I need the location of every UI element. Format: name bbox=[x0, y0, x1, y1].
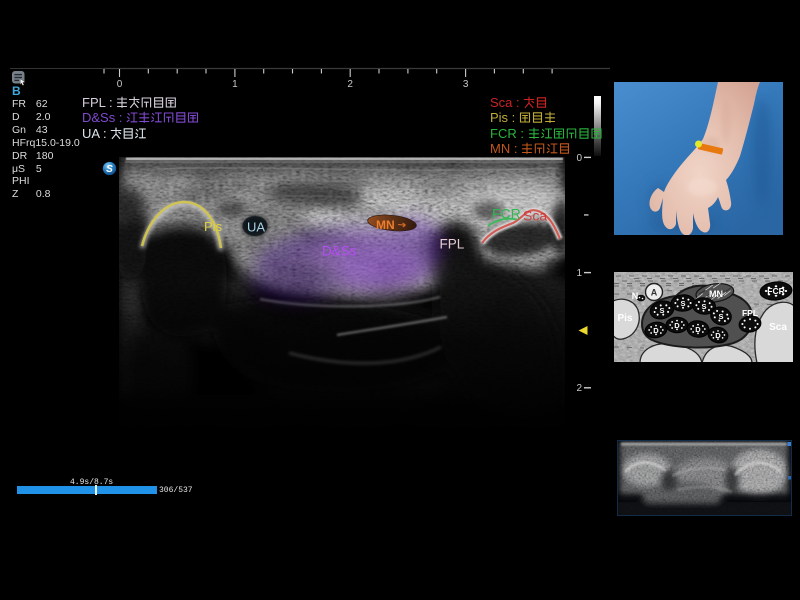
svg-text:S: S bbox=[106, 164, 113, 175]
svg-text:D: D bbox=[695, 325, 701, 334]
svg-text:2: 2 bbox=[347, 79, 353, 90]
svg-text:Pis: Pis bbox=[617, 313, 632, 324]
svg-text:FPL: FPL bbox=[742, 308, 758, 318]
svg-text:A: A bbox=[651, 288, 658, 298]
svg-text:FCR: FCR bbox=[767, 286, 784, 296]
svg-text:Sca: Sca bbox=[769, 322, 787, 333]
svg-text:S: S bbox=[680, 299, 685, 308]
svg-text:D: D bbox=[653, 326, 659, 335]
svg-text:S: S bbox=[718, 312, 723, 321]
svg-text:Sca: Sca bbox=[523, 208, 547, 224]
svg-text:2: 2 bbox=[576, 383, 582, 394]
svg-text:Pis: Pis bbox=[204, 219, 223, 234]
svg-text:D&Ss: D&Ss bbox=[322, 244, 357, 259]
svg-text:MN: MN bbox=[376, 218, 395, 232]
svg-text:3: 3 bbox=[463, 79, 469, 90]
svg-text:D: D bbox=[715, 331, 721, 340]
svg-text:0: 0 bbox=[117, 79, 123, 90]
svg-text:1: 1 bbox=[232, 79, 238, 90]
svg-text:UA: UA bbox=[247, 220, 265, 235]
svg-text:D: D bbox=[674, 321, 680, 330]
svg-text:MN: MN bbox=[709, 289, 723, 299]
svg-text:FCR: FCR bbox=[492, 206, 521, 222]
svg-text:1: 1 bbox=[576, 268, 582, 279]
svg-text:S: S bbox=[701, 302, 706, 311]
svg-text:S: S bbox=[659, 306, 664, 315]
svg-text:FPL: FPL bbox=[440, 237, 465, 252]
svg-text:N: N bbox=[632, 291, 639, 301]
